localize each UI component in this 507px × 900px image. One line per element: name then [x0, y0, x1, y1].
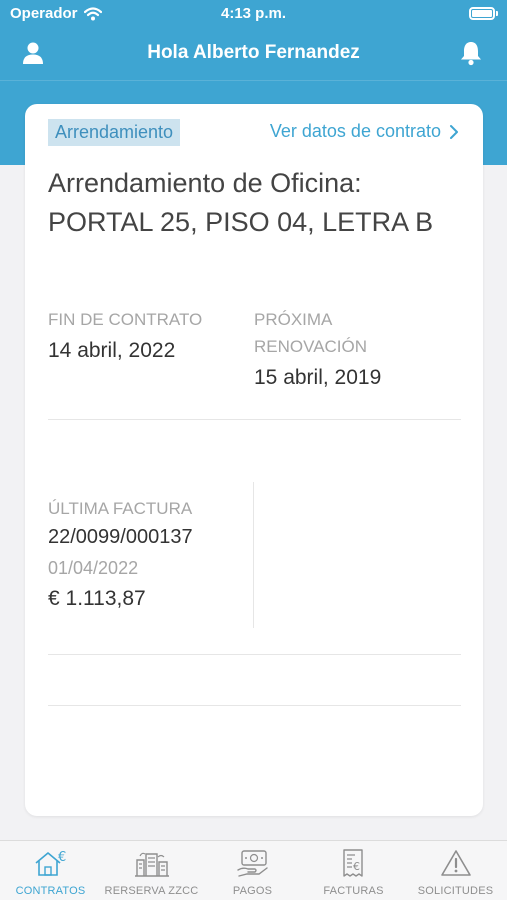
tab-label: SOLICITUDES: [417, 885, 494, 897]
renewal-value: 15 abril, 2019: [254, 366, 382, 389]
facilities-icon: [134, 852, 169, 877]
divider: [48, 705, 461, 706]
tab-pagos[interactable]: PAGOS: [202, 841, 303, 900]
tab-label: PAGOS: [232, 885, 273, 897]
divider: [48, 654, 461, 655]
tab-facturas[interactable]: € FACTURAS: [303, 841, 404, 900]
navigation-bar: Hola Alberto Fernandez: [0, 28, 507, 80]
column-divider: [253, 482, 254, 628]
status-bar: Operador 4:13 p.m.: [0, 0, 507, 28]
tab-label: FACTURAS: [323, 885, 384, 897]
end-date-label: FIN DE CONTRATO: [48, 310, 203, 329]
divider: [48, 419, 461, 420]
invoice-euro-icon: €: [342, 849, 363, 877]
navbar-divider: [0, 80, 507, 81]
clock: 4:13 p.m.: [220, 5, 287, 22]
invoice-amount: € 1.113,87: [48, 587, 146, 610]
warning-triangle-icon: [440, 850, 471, 876]
svg-text:€: €: [58, 850, 66, 865]
chevron-right-icon: [450, 124, 458, 139]
end-date-value: 14 abril, 2022: [48, 339, 176, 362]
battery-icon: [469, 7, 498, 20]
tab-label: CONTRATOS: [15, 885, 86, 897]
view-contract-link[interactable]: Ver datos de contrato: [270, 121, 459, 142]
contract-card: Arrendamiento Ver datos de contrato Arre…: [25, 104, 483, 816]
tab-reserva[interactable]: RERSERVA ZZCC: [101, 841, 202, 900]
payment-hand-icon: [236, 850, 268, 877]
tab-solicitudes[interactable]: SOLICITUDES: [404, 841, 507, 900]
house-euro-icon: €: [34, 850, 66, 876]
tab-bar: € CONTRATOS RERSERVA ZZCC PAGOS € FACTUR…: [0, 840, 507, 900]
svg-text:€: €: [353, 860, 360, 873]
bell-icon[interactable]: [459, 40, 483, 66]
contract-title: Arrendamiento de Oficina: PORTAL 25, PIS…: [48, 168, 434, 237]
tab-label: RERSERVA ZZCC: [104, 885, 199, 897]
contract-type-tag: Arrendamiento: [48, 119, 181, 146]
view-contract-label: Ver datos de contrato: [269, 121, 441, 141]
greeting-title: Hola Alberto Fernandez: [147, 42, 360, 63]
last-invoice-label: ÚLTIMA FACTURA: [48, 499, 193, 518]
invoice-number: 22/0099/000137: [48, 526, 193, 548]
renewal-label: PRÓXIMA RENOVACIÓN: [254, 310, 368, 356]
tab-contratos[interactable]: € CONTRATOS: [0, 841, 101, 900]
invoice-date: 01/04/2022: [48, 558, 139, 578]
